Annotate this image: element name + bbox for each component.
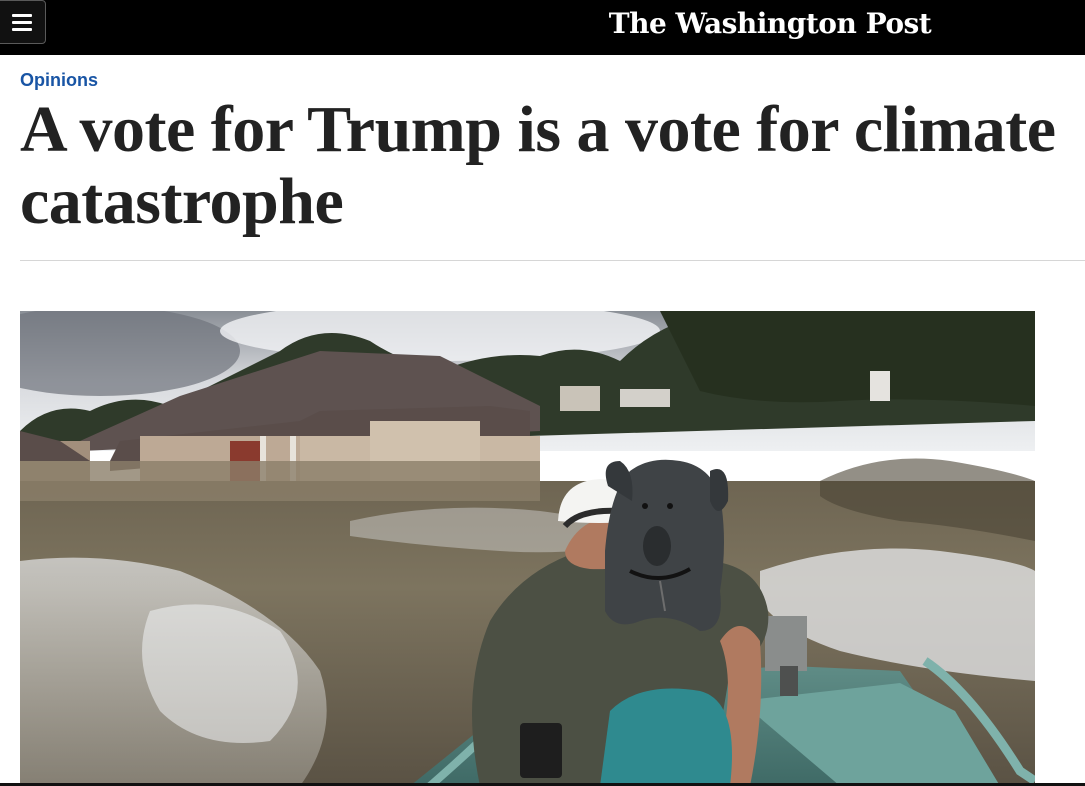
hamburger-menu-icon-bar <box>12 28 32 31</box>
hamburger-menu-icon <box>12 14 32 17</box>
section-kicker-link[interactable]: Opinions <box>20 68 98 92</box>
article-headline: A vote for Trump is a vote for climate c… <box>20 93 1056 238</box>
lead-photo-illustration <box>20 311 1035 786</box>
top-navigation-bar: The Washington Post <box>0 0 1085 55</box>
hamburger-menu-icon-bar <box>12 21 32 24</box>
menu-button[interactable] <box>0 0 46 44</box>
masthead-logo[interactable]: The Washington Post <box>600 4 940 44</box>
headline-divider <box>20 260 1085 261</box>
lead-photo <box>20 311 1035 786</box>
